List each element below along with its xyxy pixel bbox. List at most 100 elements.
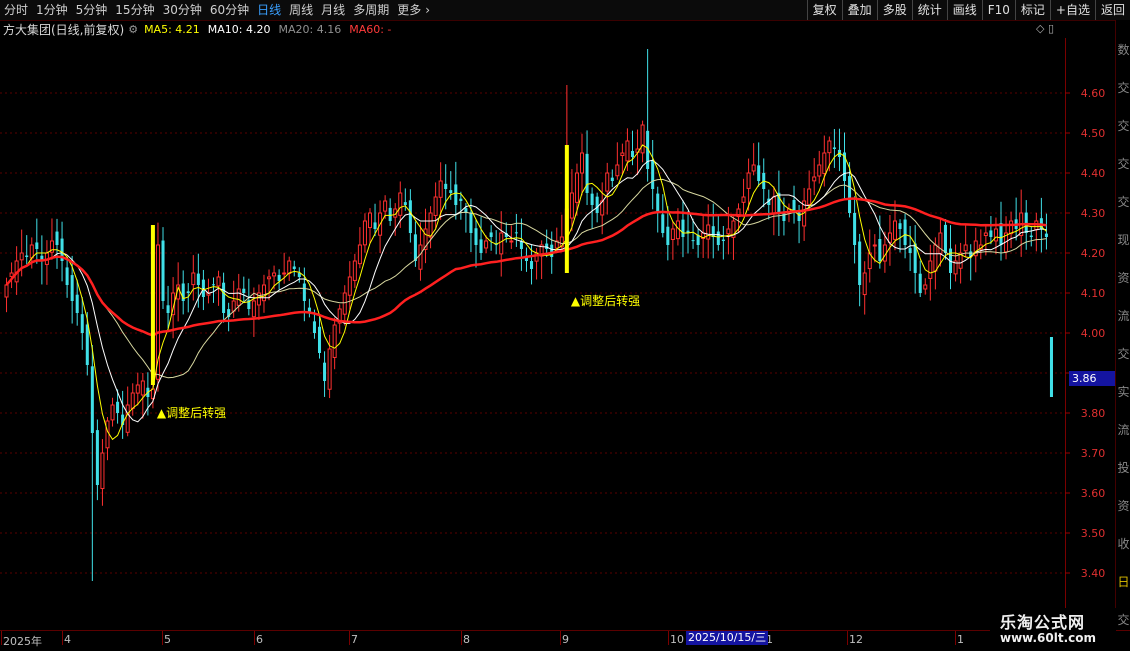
candle-body	[251, 300, 256, 318]
candle-body	[983, 232, 988, 237]
candle-body	[484, 240, 489, 249]
candle-body	[90, 366, 94, 433]
signal-bar	[564, 145, 569, 273]
side-tab-14[interactable]: 日	[1116, 552, 1130, 590]
candle-body	[287, 260, 292, 275]
side-tab-0[interactable]: 数	[1116, 20, 1130, 58]
candlestick-chart[interactable]: 3.40 3.50 3.60 3.70 3.80 4.00 4.10 4.20 4.30 4.40…	[0, 38, 1115, 630]
toolbar-button-1[interactable]: 叠加	[841, 0, 877, 20]
signal-label: ▲调整后转强	[571, 293, 640, 308]
candle-body	[1049, 337, 1053, 397]
side-tab-1[interactable]: 交	[1116, 58, 1130, 96]
candle-body	[1009, 220, 1014, 235]
candle-body	[610, 177, 614, 181]
current-price-box: 3.86	[1069, 371, 1115, 386]
candle-body	[196, 273, 200, 285]
side-tab-15[interactable]: 交	[1116, 590, 1130, 628]
side-tab-12[interactable]: 资	[1116, 476, 1130, 514]
toolbar-button-2[interactable]: 多股	[876, 0, 912, 20]
candle-body	[347, 276, 352, 296]
period-tab-9[interactable]: 多周期	[349, 0, 393, 20]
toolbar-button-0[interactable]: 复权	[806, 0, 842, 20]
candle-body	[110, 404, 115, 421]
candle-body	[272, 272, 277, 277]
candle-body	[923, 284, 928, 290]
candle-body	[474, 228, 478, 245]
date-tick	[254, 631, 255, 645]
period-tab-1[interactable]: 1分钟	[32, 0, 72, 20]
gear-icon[interactable]: ⚙	[128, 23, 138, 36]
candle-body	[757, 165, 761, 181]
side-tab-2[interactable]: 交	[1116, 96, 1130, 134]
candle-body	[661, 214, 665, 233]
period-tab-2[interactable]: 5分钟	[72, 0, 112, 20]
toolbar-button-7[interactable]: +自选	[1049, 0, 1095, 20]
side-tab-11[interactable]: 投	[1116, 438, 1130, 476]
candle-body	[903, 219, 907, 245]
period-tab-10[interactable]: 更多	[393, 0, 425, 20]
y-tick-label: 4.30	[1081, 207, 1106, 220]
period-tab-3[interactable]: 15分钟	[111, 0, 158, 20]
date-label-4: 7	[351, 633, 358, 646]
y-tick-label: 4.10	[1081, 287, 1106, 300]
candle-body	[590, 193, 594, 205]
side-tab-3[interactable]: 交	[1116, 134, 1130, 172]
candle-body	[317, 326, 322, 353]
toolbar-button-3[interactable]: 统计	[911, 0, 947, 20]
candle-body	[454, 184, 458, 205]
period-tab-0[interactable]: 分时	[0, 0, 32, 20]
toolbar-button-6[interactable]: 标记	[1014, 0, 1050, 20]
candle-body	[222, 282, 226, 313]
side-tab-6[interactable]: 资	[1116, 248, 1130, 286]
candle-body	[352, 260, 357, 281]
date-label-7: 10	[670, 633, 684, 646]
date-label-9: 12	[849, 633, 863, 646]
ma10-value: MA10: 4.20	[207, 22, 271, 36]
candle-body	[711, 226, 715, 237]
candle-body	[312, 321, 316, 333]
candle-body	[514, 232, 518, 234]
stock-title[interactable]: 方大集团(日线,前复权)	[0, 21, 124, 38]
candle-body	[469, 212, 473, 233]
candle-body	[449, 190, 453, 193]
side-tab-13[interactable]: 收	[1116, 514, 1130, 552]
side-tab-8[interactable]: 交	[1116, 324, 1130, 362]
candle-body	[908, 248, 912, 253]
side-tab-5[interactable]: 现	[1116, 210, 1130, 248]
side-tab-4[interactable]: 交	[1116, 172, 1130, 210]
candle-body	[751, 164, 756, 172]
candle-body	[822, 152, 827, 174]
toolbar-button-8[interactable]: 返回	[1094, 0, 1130, 20]
candle-body	[625, 140, 630, 162]
side-tab-9[interactable]: 实	[1116, 362, 1130, 400]
chevron-right-icon[interactable]: ›	[425, 0, 434, 20]
cursor-date-label: 2025/10/15/三	[686, 631, 769, 645]
period-tab-5[interactable]: 60分钟	[206, 0, 253, 20]
y-tick-label: 4.60	[1081, 87, 1106, 100]
candle-body	[640, 124, 645, 154]
candle-body	[444, 183, 448, 189]
candle-body	[161, 240, 165, 301]
side-tab-10[interactable]: 流	[1116, 400, 1130, 438]
toolbar-button-5[interactable]: F10	[981, 0, 1015, 20]
panel-toggle-icons[interactable]: ◇ ▯	[1036, 22, 1054, 35]
candle-body	[242, 288, 246, 293]
candle-body	[267, 276, 272, 280]
candle-body	[292, 266, 296, 269]
y-tick-label: 4.00	[1081, 327, 1106, 340]
period-tab-6[interactable]: 日线	[253, 0, 285, 20]
candle-body	[993, 228, 998, 242]
candle-body	[530, 261, 534, 269]
signal-label: ▲调整后转强	[157, 405, 226, 420]
ma5-value: MA5: 4.21	[144, 22, 200, 36]
toolbar-button-4[interactable]: 画线	[946, 0, 982, 20]
date-tick	[955, 631, 956, 645]
period-tab-8[interactable]: 月线	[317, 0, 349, 20]
period-tab-7[interactable]: 周线	[285, 0, 317, 20]
candle-body	[19, 252, 24, 261]
candle-body	[706, 224, 711, 240]
period-tab-4[interactable]: 30分钟	[159, 0, 206, 20]
y-tick-label: 3.80	[1081, 407, 1106, 420]
watermark-title: 乐淘公式网	[1000, 613, 1086, 632]
side-tab-7[interactable]: 流	[1116, 286, 1130, 324]
